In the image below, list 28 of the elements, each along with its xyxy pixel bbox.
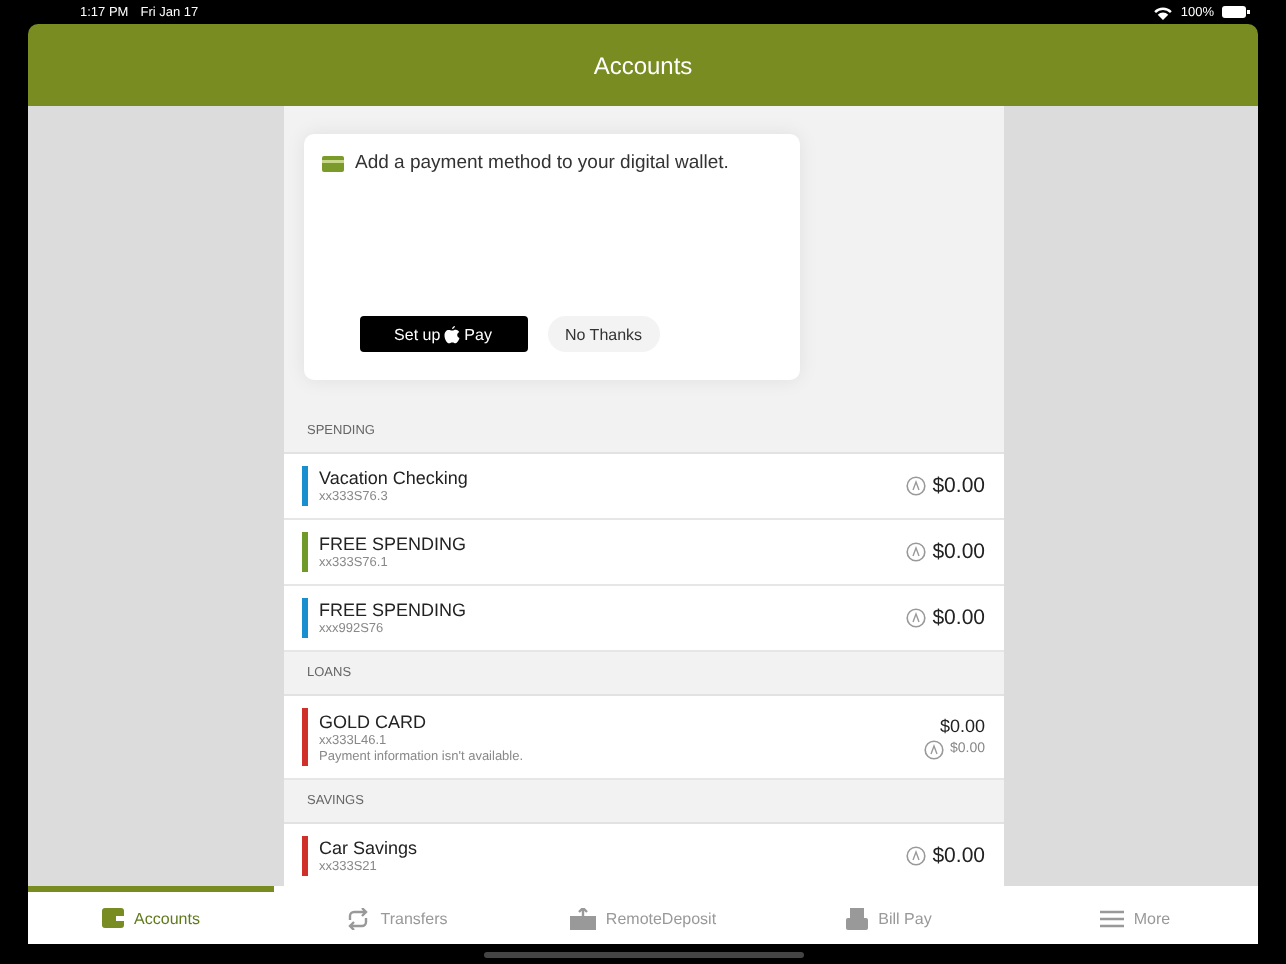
account-balance: $0.00 [932,844,985,868]
no-thanks-button[interactable]: No Thanks [547,316,661,352]
deposit-icon [569,907,596,929]
transfer-icon [346,907,371,929]
account-name: FREE SPENDING [319,534,469,554]
wifi-icon [1154,5,1173,19]
setup-pay-button[interactable]: Set up Pay [359,316,527,352]
account-name: Car Savings [319,838,420,858]
battery-icon [1222,6,1250,18]
account-balance: $0.00 [939,715,985,735]
bill-icon [846,907,869,929]
available-icon [906,542,927,562]
account-balance: $0.00 [932,474,985,498]
header-title: Accounts [593,51,693,79]
account-name: Vacation Checking [319,468,470,488]
available-icon [923,739,944,759]
account-name: GOLD CARD [319,711,429,731]
apple-icon [444,325,461,343]
wallet-icon [102,908,125,928]
account-balance: $0.00 [932,540,985,564]
account-name: FREE SPENDING [319,600,469,620]
available-icon [906,476,927,496]
wallet-message: Add a payment method to your digital wallet. [355,152,729,174]
account-balance: $0.00 [932,606,985,630]
card-icon [321,155,343,171]
available-icon [906,608,927,628]
menu-icon [1099,909,1124,927]
available-icon [906,846,927,866]
